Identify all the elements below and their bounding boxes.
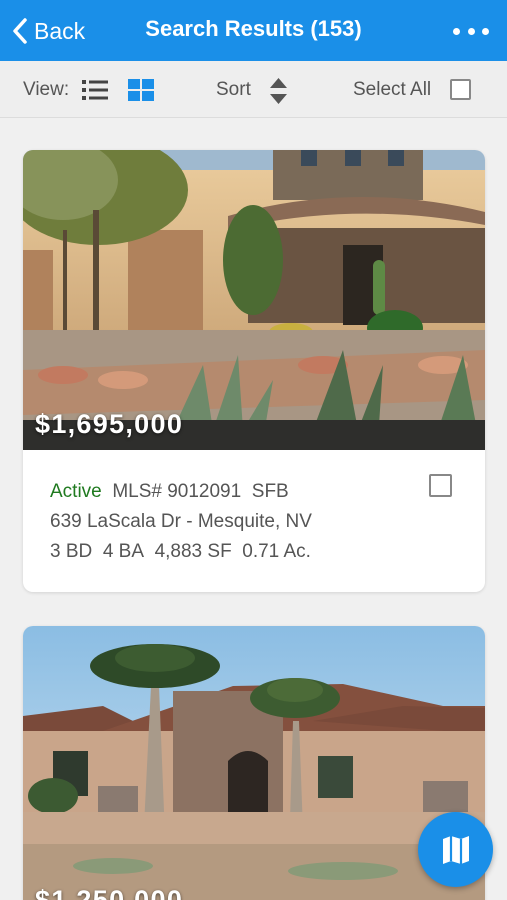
nav-bar: Back Search Results (153) — [0, 0, 507, 61]
listing-details: Active MLS# 9012091 SFB 639 LaScala Dr -… — [23, 450, 485, 592]
listing-photo: $1,250,000 — [23, 626, 485, 900]
listing-price: $1,695,000 — [35, 409, 184, 439]
more-horizontal-icon — [482, 27, 489, 35]
listing-card[interactable]: $1,250,000 — [23, 626, 485, 900]
list-view-icon[interactable] — [82, 79, 108, 101]
listing-acres: 0.71 Ac. — [242, 541, 311, 562]
back-button[interactable]: Back — [12, 12, 85, 50]
view-toolbar: View: Sort Select All — [0, 61, 507, 118]
chevron-left-icon — [13, 18, 27, 44]
map-icon — [442, 835, 469, 864]
listing-card[interactable]: $1,695,000 Active MLS# 9012091 SFB 639 L… — [23, 150, 485, 592]
listing-address: 639 LaScala Dr - Mesquite, NV — [50, 511, 312, 532]
grid-view-icon[interactable] — [128, 79, 154, 101]
listing-type: SFB — [251, 481, 289, 502]
listing-status: Active — [50, 481, 102, 502]
more-options-button[interactable] — [453, 18, 489, 44]
view-label: View: — [23, 79, 70, 100]
listing-sqft: 4,883 SF — [154, 541, 232, 562]
more-horizontal-icon — [467, 27, 475, 35]
listing-mls: MLS# 9012091 — [112, 481, 242, 502]
listing-baths: 4 BA — [102, 541, 145, 562]
select-all-label[interactable]: Select All — [353, 79, 431, 101]
sort-button[interactable]: Sort — [216, 79, 251, 101]
back-label: Back — [34, 17, 86, 44]
select-all-checkbox[interactable] — [450, 79, 471, 100]
listing-price: $1,250,000 — [35, 885, 184, 900]
sort-icon[interactable] — [268, 76, 289, 106]
listing-beds: 3 BD — [50, 541, 93, 562]
map-button[interactable] — [418, 812, 493, 887]
more-horizontal-icon — [453, 27, 460, 35]
listing-select-checkbox[interactable] — [429, 474, 452, 497]
listing-photo: $1,695,000 — [23, 150, 485, 450]
